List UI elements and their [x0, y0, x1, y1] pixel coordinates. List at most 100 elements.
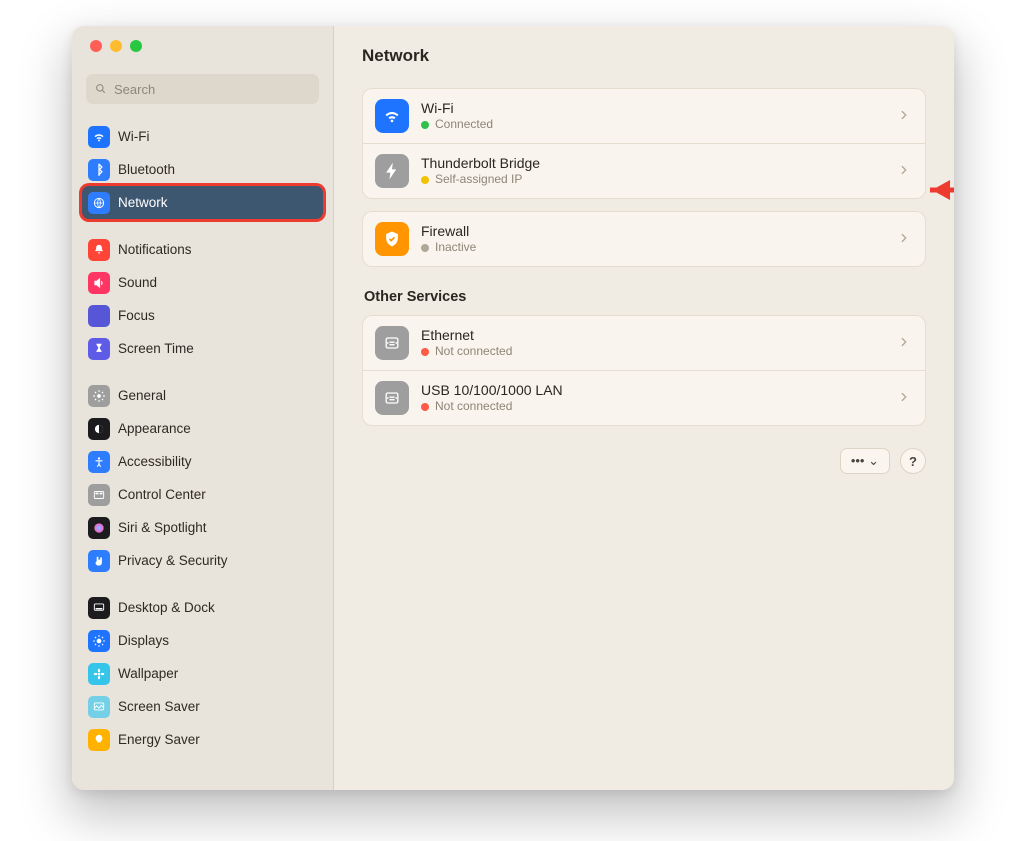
other-services-label: Other Services	[364, 289, 926, 305]
sun-icon	[88, 630, 110, 652]
network-row-thunderbolt-bridge[interactable]: Thunderbolt BridgeSelf-assigned IP	[363, 144, 925, 198]
sidebar-item-general[interactable]: General	[82, 379, 323, 412]
sidebar-item-label: Screen Saver	[118, 699, 200, 714]
chevron-right-icon	[897, 106, 911, 127]
eth-icon	[375, 381, 409, 415]
firewall-card: FirewallInactive	[362, 211, 926, 267]
siri-icon	[88, 517, 110, 539]
close-dot[interactable]	[90, 40, 102, 52]
access-icon	[88, 451, 110, 473]
sidebar-item-label: Wi-Fi	[118, 129, 149, 144]
other-services-card: EthernetNot connectedUSB 10/100/1000 LAN…	[362, 315, 926, 426]
search-icon	[94, 82, 108, 96]
sidebar-item-privacy-security[interactable]: Privacy & Security	[82, 544, 323, 577]
row-status: Not connected	[421, 344, 512, 359]
sidebar-item-label: Privacy & Security	[118, 553, 228, 568]
row-title: Wi-Fi	[421, 100, 493, 118]
sidebar-item-label: Network	[118, 195, 168, 210]
traffic-lights	[72, 40, 333, 54]
sidebar-item-label: Desktop & Dock	[118, 600, 215, 615]
sidebar-item-energy-saver[interactable]: Energy Saver	[82, 723, 323, 756]
sidebar-item-label: Bluetooth	[118, 162, 175, 177]
network-row-ethernet[interactable]: EthernetNot connected	[363, 316, 925, 371]
sidebar-item-wi-fi[interactable]: Wi-Fi	[82, 120, 323, 153]
network-row-wi-fi[interactable]: Wi-FiConnected	[363, 89, 925, 144]
page-title: Network	[362, 46, 926, 66]
sidebar-item-siri-spotlight[interactable]: Siri & Spotlight	[82, 511, 323, 544]
sidebar-item-screen-time[interactable]: Screen Time	[82, 332, 323, 365]
shield-icon	[375, 222, 409, 256]
sidebar-item-bluetooth[interactable]: Bluetooth	[82, 153, 323, 186]
sidebar-item-network[interactable]: Network	[82, 186, 323, 219]
settings-window: Search Wi-Fi Bluetooth Network Notification…	[72, 26, 954, 790]
sidebar-item-desktop-dock[interactable]: Desktop & Dock	[82, 591, 323, 624]
hand-icon	[88, 550, 110, 572]
row-status: Self-assigned IP	[421, 172, 540, 187]
minimize-dot[interactable]	[110, 40, 122, 52]
chevron-right-icon	[897, 388, 911, 409]
sidebar-item-displays[interactable]: Displays	[82, 624, 323, 657]
wifi-icon	[88, 126, 110, 148]
network-row-firewall[interactable]: FirewallInactive	[363, 212, 925, 266]
sidebar-item-label: Energy Saver	[118, 732, 200, 747]
bottom-actions: ••• ⌄ ?	[362, 448, 926, 474]
sidebar-item-sound[interactable]: Sound	[82, 266, 323, 299]
sidebar-item-label: Screen Time	[118, 341, 194, 356]
search-placeholder: Search	[114, 82, 155, 97]
frame-icon	[88, 696, 110, 718]
zoom-dot[interactable]	[130, 40, 142, 52]
bolt-icon	[375, 154, 409, 188]
more-menu-button[interactable]: ••• ⌄	[840, 448, 890, 474]
sidebar-item-label: General	[118, 388, 166, 403]
eth-icon	[375, 326, 409, 360]
sidebar-item-notifications[interactable]: Notifications	[82, 233, 323, 266]
sidebar-item-label: Accessibility	[118, 454, 192, 469]
row-title: Firewall	[421, 223, 476, 241]
row-status: Not connected	[421, 399, 563, 414]
row-title: USB 10/100/1000 LAN	[421, 382, 563, 400]
sidebar-item-wallpaper[interactable]: Wallpaper	[82, 657, 323, 690]
bulb-icon	[88, 729, 110, 751]
appear-icon	[88, 418, 110, 440]
sidebar-item-screen-saver[interactable]: Screen Saver	[82, 690, 323, 723]
globe-icon	[88, 192, 110, 214]
sidebar-item-label: Control Center	[118, 487, 206, 502]
network-row-usb-10-100-1000-lan[interactable]: USB 10/100/1000 LANNot connected	[363, 371, 925, 425]
sidebar-item-label: Siri & Spotlight	[118, 520, 207, 535]
main-pane: Network Wi-FiConnectedThunderbolt Bridge…	[334, 26, 954, 790]
gear-icon	[88, 385, 110, 407]
status-dot	[421, 244, 429, 252]
row-title: Thunderbolt Bridge	[421, 155, 540, 173]
chevron-right-icon	[897, 161, 911, 182]
status-dot	[421, 403, 429, 411]
sidebar: Search Wi-Fi Bluetooth Network Notification…	[72, 26, 334, 790]
dock-icon	[88, 597, 110, 619]
sidebar-item-appearance[interactable]: Appearance	[82, 412, 323, 445]
sidebar-item-label: Appearance	[118, 421, 191, 436]
row-status: Connected	[421, 117, 493, 132]
primary-interfaces-card: Wi-FiConnectedThunderbolt BridgeSelf-ass…	[362, 88, 926, 199]
moon-icon	[88, 305, 110, 327]
hour-icon	[88, 338, 110, 360]
sidebar-item-label: Notifications	[118, 242, 192, 257]
sidebar-nav: Wi-Fi Bluetooth Network Notifications Sound F…	[72, 110, 333, 770]
help-button[interactable]: ?	[900, 448, 926, 474]
flower-icon	[88, 663, 110, 685]
bell-icon	[88, 239, 110, 261]
sidebar-item-accessibility[interactable]: Accessibility	[82, 445, 323, 478]
row-title: Ethernet	[421, 327, 512, 345]
sidebar-item-label: Displays	[118, 633, 169, 648]
sidebar-item-focus[interactable]: Focus	[82, 299, 323, 332]
sidebar-item-label: Sound	[118, 275, 157, 290]
status-dot	[421, 348, 429, 356]
search-input[interactable]: Search	[86, 74, 319, 104]
bt-icon	[88, 159, 110, 181]
wifi-icon	[375, 99, 409, 133]
status-dot	[421, 176, 429, 184]
sidebar-item-label: Focus	[118, 308, 155, 323]
chevron-right-icon	[897, 333, 911, 354]
cc-icon	[88, 484, 110, 506]
sidebar-item-control-center[interactable]: Control Center	[82, 478, 323, 511]
chevron-right-icon	[897, 229, 911, 250]
status-dot	[421, 121, 429, 129]
